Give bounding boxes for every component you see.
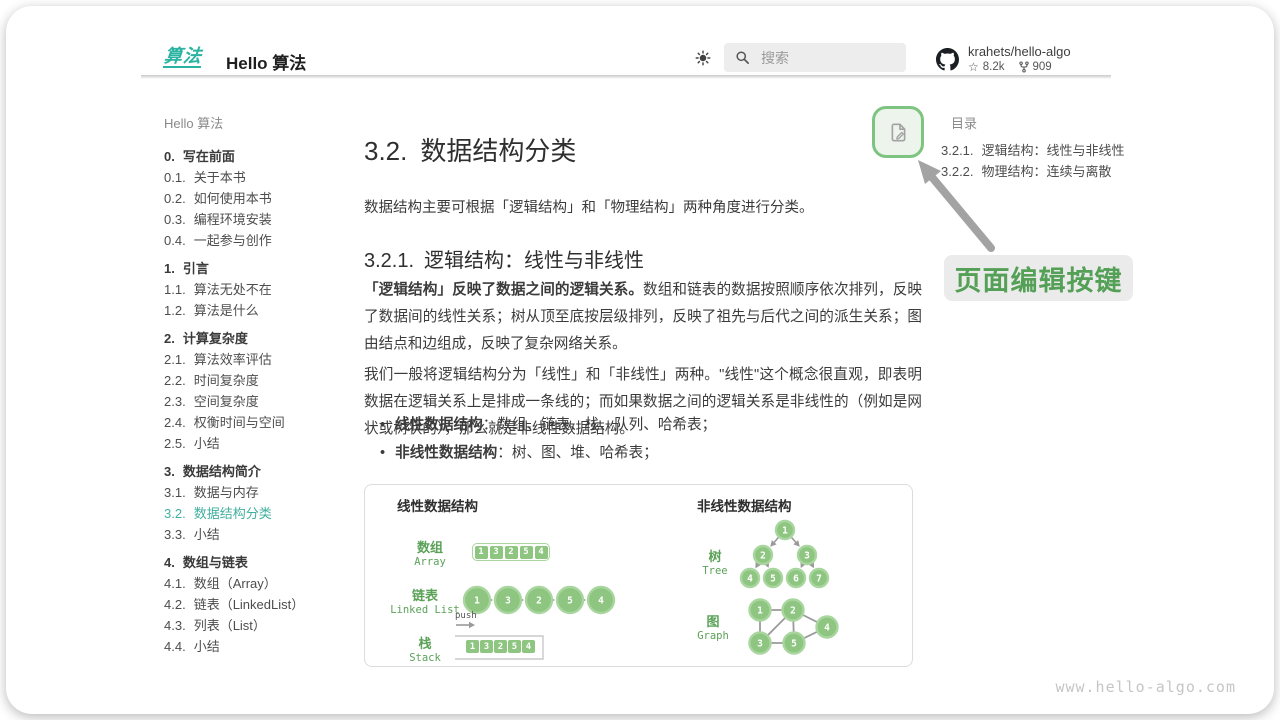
stack-cells: 13254 [466,640,535,653]
watermark-url: www.hello-algo.com [1055,678,1236,696]
sidebar-item-2.4.[interactable]: 2.4.权衡时间与空间 [164,412,354,433]
svg-text:4: 4 [598,595,604,606]
figure-right-title: 非线性数据结构 [697,495,792,515]
bullet-item: 线性数据结构：数组、链表、栈、队列、哈希表； [380,414,920,436]
svg-text:1: 1 [782,525,788,536]
sidebar-item-2.2.[interactable]: 2.2.时间复杂度 [164,370,354,391]
array-cells: 13254 [472,543,550,561]
repo-name: krahets/hello-algo [968,44,1071,59]
sidebar-site-label: Hello 算法 [164,114,354,134]
cell: 1 [466,640,479,653]
search-box[interactable] [724,43,906,72]
svg-text:3: 3 [804,550,810,561]
intro-paragraph: 数据结构主要可根据「逻辑结构」和「物理结构」两种角度进行分类。 [364,195,924,221]
sidebar-item-1.2.[interactable]: 1.2.算法是什么 [164,300,354,321]
github-icon [936,48,959,71]
sidebar-section-0.[interactable]: 0.写在前面 [164,146,354,167]
sidebar-item-1.1.[interactable]: 1.1.算法无处不在 [164,279,354,300]
site-title: Hello 算法 [226,49,306,74]
cell: 4 [535,546,548,559]
site-logo[interactable]: 算法 [163,46,203,68]
svg-text:1: 1 [757,605,763,616]
toc-item-3.2.2.[interactable]: 3.2.2.物理结构：连续与离散 [941,161,1126,182]
svg-text:4: 4 [747,573,753,584]
sidebar-item-4.2.[interactable]: 4.2.链表（LinkedList） [164,594,354,615]
fork-count: 909 [1033,61,1052,73]
stack-label: 栈Stack [395,636,455,665]
figure-left-title: 线性数据结构 [397,495,478,515]
sidebar-section-3.[interactable]: 3.数据结构简介 [164,461,354,482]
sidebar-section-4.[interactable]: 4.数组与链表 [164,552,354,573]
fork-icon [1019,61,1029,73]
star-count: 8.2k [983,61,1005,73]
cell: 3 [480,640,493,653]
svg-text:4: 4 [824,622,830,633]
sidebar-item-4.1.[interactable]: 4.1.数组（Array） [164,573,354,594]
toc-nav: 目录 3.2.1.逻辑结构：线性与非线性3.2.2.物理结构：连续与离散 [941,114,1126,182]
cell: 4 [522,640,535,653]
section-heading: 3.2.1.逻辑结构：线性与非线性 [364,244,644,273]
annotation-label: 页面编辑按键 [944,255,1133,301]
cell: 5 [508,640,521,653]
graph-label: 图Graph [678,614,748,643]
sidebar-item-0.2.[interactable]: 0.2.如何使用本书 [164,188,354,209]
array-label: 数组Array [390,540,470,569]
page-edit-button[interactable] [872,106,924,158]
search-input[interactable] [759,49,893,67]
sun-icon [694,49,712,67]
svg-text:3: 3 [757,638,763,649]
cell: 3 [490,546,503,559]
sidebar-item-2.1.[interactable]: 2.1.算法效率评估 [164,349,354,370]
svg-text:5: 5 [770,573,776,584]
theme-toggle-button[interactable] [694,49,712,67]
file-edit-icon [887,121,910,144]
bullet-list: 线性数据结构：数组、链表、栈、队列、哈希表； 非线性数据结构：树、图、堆、哈希表； [380,414,920,470]
svg-text:3: 3 [505,595,511,606]
svg-text:7: 7 [816,573,822,584]
svg-text:2: 2 [536,595,542,606]
sidebar-item-3.1.[interactable]: 3.1.数据与内存 [164,482,354,503]
cell: 2 [505,546,518,559]
sidebar-item-2.5.[interactable]: 2.5.小结 [164,433,354,454]
github-repo-link[interactable]: krahets/hello-algo ☆ 8.2k 909 [936,44,1071,74]
toc-item-3.2.1.[interactable]: 3.2.1.逻辑结构：线性与非线性 [941,140,1126,161]
sidebar-item-4.3.[interactable]: 4.3.列表（List） [164,615,354,636]
sidebar-item-2.3.[interactable]: 2.3.空间复杂度 [164,391,354,412]
sidebar-item-4.4.[interactable]: 4.4.小结 [164,636,354,657]
sidebar-item-3.3.[interactable]: 3.3.小结 [164,524,354,545]
header-divider [141,75,1111,79]
svg-text:6: 6 [793,573,799,584]
sidebar-item-0.4.[interactable]: 0.4.一起参与创作 [164,230,354,251]
svg-text:2: 2 [760,550,766,561]
page-title: 3.2.数据结构分类 [364,131,576,168]
paragraph-logical-structure: 「逻辑结构」反映了数据之间的逻辑关系。数组和链表的数据按照顺序依次排列，反映了数… [364,277,922,358]
svg-text:5: 5 [791,638,797,649]
svg-text:2: 2 [790,605,796,616]
sidebar-item-0.3.[interactable]: 0.3.编程环境安装 [164,209,354,230]
sidebar-nav: Hello 算法 0.写在前面0.1.关于本书0.2.如何使用本书0.3.编程环… [164,114,354,657]
sidebar-section-1.[interactable]: 1.引言 [164,258,354,279]
sidebar-item-3.2.[interactable]: 3.2.数据结构分类 [164,503,354,524]
tree-label: 树Tree [683,549,747,578]
sidebar-section-2.[interactable]: 2.计算复杂度 [164,328,354,349]
browser-window-frame: 算法 Hello 算法 krahets/hello-algo ☆ [6,6,1274,714]
star-outline-icon: ☆ [968,60,979,74]
cell: 2 [494,640,507,653]
cell: 5 [520,546,533,559]
bullet-item: 非线性数据结构：树、图、堆、哈希表； [380,442,920,464]
sidebar-item-0.1.[interactable]: 0.1.关于本书 [164,167,354,188]
repo-stats: ☆ 8.2k 909 [968,60,1071,74]
svg-text:5: 5 [567,595,573,606]
cell: 1 [475,546,488,559]
push-label: push [455,611,477,621]
data-structure-figure: 13254123456712345 线性数据结构 非线性数据结构 数组Array… [364,484,913,667]
search-icon [735,50,750,65]
toc-title: 目录 [941,114,1126,134]
